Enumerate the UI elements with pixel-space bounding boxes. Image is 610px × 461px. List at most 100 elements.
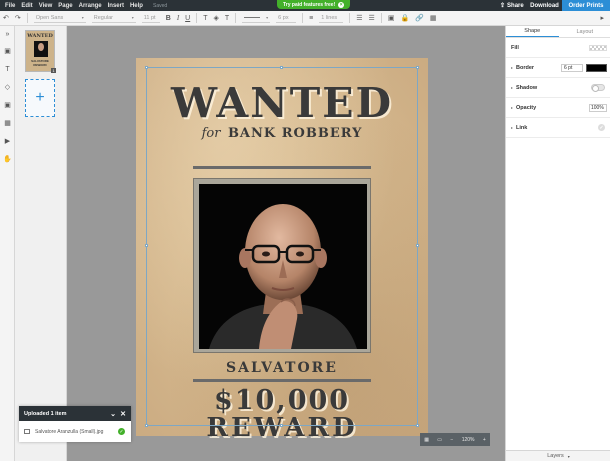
redo-icon[interactable]: ↷ [15, 13, 21, 23]
collapse-panel-icon[interactable]: ▸ [600, 13, 604, 23]
canvas-area[interactable]: WANTED for BANK ROBBERY SALVATORE $10,00… [68, 26, 504, 461]
close-icon[interactable]: × [338, 1, 345, 8]
toolbar-divider [235, 13, 237, 23]
grid-toggle-icon[interactable]: ▦ [424, 437, 429, 443]
upload-file-row: Salvatore Aranzulla (Small).jpg ✓ [19, 421, 131, 442]
resize-handle[interactable] [416, 424, 419, 427]
font-weight-value: Regular [93, 14, 114, 21]
chevron-right-icon[interactable]: ▸ [511, 125, 513, 130]
arrange-icon[interactable]: ▣ [388, 13, 395, 23]
order-prints-button[interactable]: Order Prints [562, 0, 610, 11]
comment-icon[interactable]: ▭ [437, 437, 442, 443]
save-status: Saved [152, 2, 168, 9]
properties-panel: Shape Layout Fill ▸ Border 6 pt ▸ Shadow… [505, 26, 610, 461]
close-icon[interactable]: ✕ [120, 410, 126, 418]
font-family-select[interactable]: Open Sans ▾ [33, 14, 86, 23]
tab-shape[interactable]: Shape [506, 26, 559, 37]
shapes-icon[interactable]: ◇ [2, 82, 13, 92]
zoom-out-button[interactable]: − [450, 437, 453, 443]
undo-icon[interactable]: ↶ [3, 13, 9, 23]
menu-help[interactable]: Help [130, 3, 143, 9]
toolbar-divider [349, 13, 351, 23]
text-color-icon[interactable]: T [225, 13, 229, 23]
grid-icon[interactable]: ▦ [2, 118, 13, 128]
font-size-select[interactable]: 11 pt [141, 14, 160, 23]
text-icon[interactable]: T [2, 64, 13, 74]
left-rail: » ▣ T ◇ ▣ ▦ ▶ ✋ [0, 26, 15, 461]
opacity-input[interactable]: 100% [589, 103, 607, 112]
shadow-toggle[interactable] [591, 84, 605, 92]
download-button[interactable]: Download [527, 0, 562, 11]
thumbnail-photo [34, 41, 48, 57]
chevron-down-icon: ▾ [266, 15, 269, 20]
link-status-icon: ✓ [598, 124, 605, 131]
fill-swatch[interactable] [589, 44, 607, 51]
stroke-size-select[interactable]: 6 px [276, 14, 297, 23]
fill-color-icon[interactable]: ◈ [214, 13, 219, 23]
menu-insert[interactable]: Insert [108, 3, 124, 9]
resize-handle[interactable] [416, 244, 419, 247]
zoom-level: 120% [461, 436, 475, 443]
shadow-label: Shadow [516, 84, 538, 91]
wanted-poster[interactable]: WANTED for BANK ROBBERY SALVATORE $10,00… [136, 58, 428, 442]
menu-view[interactable]: View [39, 3, 53, 9]
share-icon: ⇪ [500, 3, 506, 9]
selection-frame [146, 67, 418, 426]
minimize-icon[interactable]: ⌄ [110, 410, 116, 418]
chevron-down-icon: ▾ [131, 15, 134, 20]
hand-icon[interactable]: ✋ [2, 154, 13, 164]
resize-handle[interactable] [145, 244, 148, 247]
chevron-down-icon: ▾ [81, 15, 84, 20]
video-icon[interactable]: ▶ [2, 136, 13, 146]
list-icon[interactable]: ☰ [356, 13, 362, 23]
thumbnail-caption: SALVATORE REWARD [31, 59, 49, 67]
zoom-in-button[interactable]: + [483, 437, 486, 443]
resize-handle[interactable] [145, 66, 148, 69]
align-icon[interactable]: ≡ [309, 13, 313, 23]
thumbnail-title: WANTED [27, 33, 53, 39]
chevron-right-icon[interactable]: ▸ [511, 85, 513, 90]
upload-title: Uploaded 1 item [24, 410, 67, 417]
underline-button[interactable]: U [185, 13, 190, 23]
numbered-list-icon[interactable]: ☰ [369, 13, 375, 23]
pages-icon[interactable]: ▣ [2, 46, 13, 56]
tab-layout[interactable]: Layout [559, 26, 610, 37]
toolbar-divider [380, 13, 382, 23]
menu-edit[interactable]: Edit [21, 3, 32, 9]
resize-handle[interactable] [280, 424, 283, 427]
stroke-style-select[interactable]: ▾ [242, 14, 271, 23]
italic-button[interactable]: I [177, 13, 179, 23]
resize-handle[interactable] [280, 66, 283, 69]
toolbar-divider [26, 13, 28, 23]
line-spacing-select[interactable]: 1 lines [319, 14, 344, 23]
toolbar: ↶ ↷ Open Sans ▾ Regular ▾ 11 pt B I U T … [0, 11, 610, 26]
menu-arrange[interactable]: Arrange [79, 3, 102, 9]
font-family-value: Open Sans [35, 14, 64, 21]
resize-handle[interactable] [145, 424, 148, 427]
add-page-button[interactable]: + [25, 79, 55, 117]
lock-icon[interactable]: 🔒 [400, 13, 409, 23]
font-weight-select[interactable]: Regular ▾ [91, 14, 136, 23]
toolbar-divider [302, 13, 304, 23]
border-color-swatch[interactable] [586, 63, 607, 72]
chevron-right-icon[interactable]: ▸ [511, 65, 513, 70]
upload-filename: Salvatore Aranzulla (Small).jpg [35, 428, 104, 435]
resize-handle[interactable] [416, 66, 419, 69]
layers-bar[interactable]: Layers ▾ [506, 450, 610, 461]
link-label: Link [516, 124, 528, 131]
promo-banner[interactable]: Try paid features free! × [277, 0, 351, 9]
chevron-right-icon[interactable]: ▸ [511, 105, 513, 110]
toolbar-divider [196, 13, 198, 23]
menu-page[interactable]: Page [58, 3, 72, 9]
bold-button[interactable]: B [166, 13, 171, 23]
layers-label: Layers [547, 453, 564, 459]
border-size-input[interactable]: 6 pt [561, 63, 583, 72]
page-thumbnail[interactable]: WANTED SALVATORE REWARD [25, 30, 55, 72]
text-style-icon[interactable]: T [203, 13, 207, 23]
link-icon[interactable]: 🔗 [415, 13, 424, 23]
menu-file[interactable]: File [5, 3, 15, 9]
crop-icon[interactable]: ▦ [430, 13, 437, 23]
share-button[interactable]: ⇪ Share [500, 0, 524, 11]
expand-icon[interactable]: » [2, 29, 13, 39]
image-icon[interactable]: ▣ [2, 100, 13, 110]
